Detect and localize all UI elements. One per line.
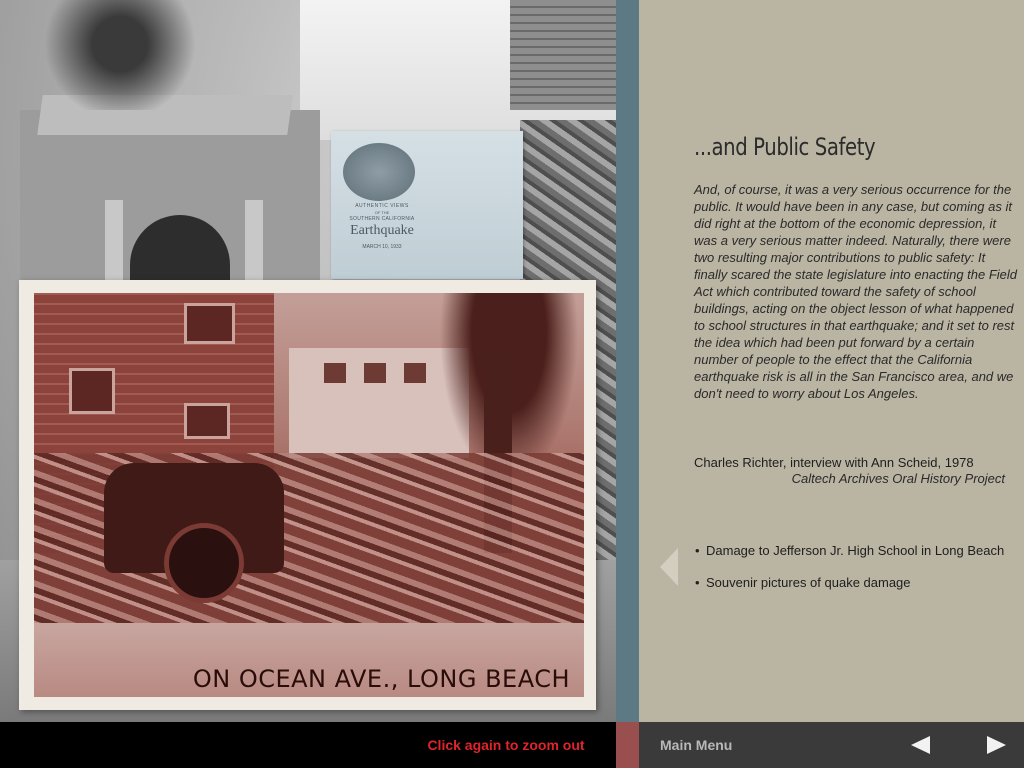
photo-ruined-wall [510, 0, 616, 110]
bullet-icon: • [695, 575, 700, 590]
zoom-out-hint[interactable]: Click again to zoom out [396, 722, 616, 768]
quote-attribution: Charles Richter, interview with Ann Sche… [694, 455, 974, 470]
divider-stripe-bottom [616, 722, 639, 768]
envelope-line2: OF THE [374, 210, 390, 215]
postcard-photo: ON OCEAN AVE., LONG BEACH [34, 293, 584, 697]
main-menu-button[interactable]: Main Menu [660, 722, 732, 768]
postcard-window [364, 363, 386, 383]
back-arrow-icon[interactable] [660, 548, 678, 586]
postcard-window [324, 363, 346, 383]
postcard-window [184, 403, 230, 439]
section-heading: ...and Public Safety [694, 133, 876, 161]
postcard-window [69, 368, 115, 414]
link-label: Souvenir pictures of quake damage [706, 575, 911, 590]
envelope-line1: AUTHENTIC VIEWS [355, 203, 409, 209]
navigation-bar: Main Menu [639, 722, 1024, 768]
text-panel: ...and Public Safety And, of course, it … [639, 0, 1024, 722]
postcard-car-wheel [164, 523, 244, 603]
link-label: Damage to Jefferson Jr. High School in L… [706, 543, 1005, 558]
previous-page-icon[interactable] [911, 736, 930, 754]
photo-column-right [245, 200, 263, 280]
photo-tree [0, 0, 200, 110]
postcard-window [404, 363, 426, 383]
link-souvenir-pictures[interactable]: • Souvenir pictures of quake damage [695, 574, 1004, 606]
link-jefferson-high[interactable]: • Damage to Jefferson Jr. High School in … [695, 542, 1004, 574]
envelope-date: MARCH 10, 1933 [362, 244, 402, 250]
related-links: • Damage to Jefferson Jr. High School in … [695, 542, 1004, 606]
quote-source: Caltech Archives Oral History Project [791, 471, 1005, 486]
envelope-vignette-image [343, 143, 415, 201]
quote-text: And, of course, it was a very serious oc… [694, 182, 1018, 401]
postcard-window [184, 303, 235, 344]
zoomed-postcard[interactable]: ON OCEAN AVE., LONG BEACH [19, 280, 596, 710]
postcard-caption: ON OCEAN AVE., LONG BEACH [192, 665, 570, 693]
divider-stripe [616, 0, 639, 722]
envelope-line3: SOUTHERN CALIFORNIA [349, 216, 415, 222]
souvenir-envelope[interactable]: AUTHENTIC VIEWS OF THE SOUTHERN CALIFORN… [331, 131, 523, 279]
photo-column-left [105, 200, 123, 280]
zoom-hint-bar[interactable]: Click again to zoom out [396, 722, 616, 768]
background-photo: AUTHENTIC VIEWS OF THE SOUTHERN CALIFORN… [0, 0, 616, 722]
envelope-title: Earthquake [350, 223, 414, 238]
bullet-icon: • [695, 543, 700, 558]
next-page-icon[interactable] [987, 736, 1006, 754]
